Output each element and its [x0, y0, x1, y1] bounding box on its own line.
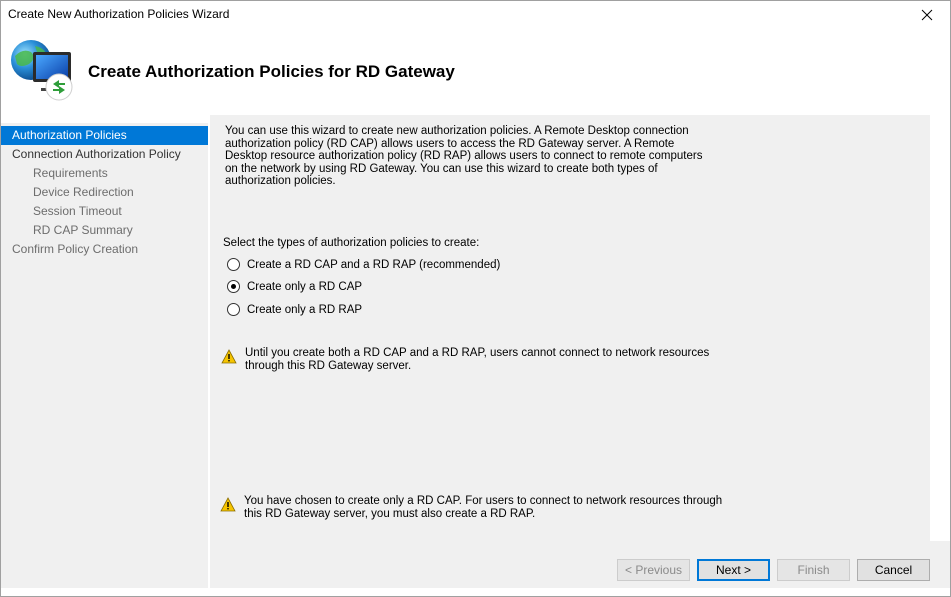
- warning-message-1: Until you create both a RD CAP and a RD …: [221, 347, 709, 372]
- sidebar-item-requirements[interactable]: Requirements: [1, 164, 208, 183]
- warning-line: this RD Gateway server, you must also cr…: [244, 507, 536, 520]
- option-cap-and-rap[interactable]: Create a RD CAP and a RD RAP (recommende…: [227, 258, 500, 271]
- wizard-header: Create Authorization Policies for RD Gat…: [1, 28, 950, 114]
- sidebar-item-device-redirection[interactable]: Device Redirection: [1, 183, 208, 202]
- wizard-footer: < Previous Next > Finish Cancel: [210, 541, 950, 588]
- window-title: Create New Authorization Policies Wizard: [8, 7, 230, 21]
- intro-line: on the network by using RD Gateway. You …: [225, 162, 658, 175]
- wizard-content-panel: You can use this wizard to create new au…: [210, 115, 930, 541]
- sidebar-item-confirm-policy-creation[interactable]: Confirm Policy Creation: [1, 240, 208, 259]
- warning-line: You have chosen to create only a RD CAP.…: [244, 495, 723, 507]
- option-only-rap[interactable]: Create only a RD RAP: [227, 303, 362, 316]
- wizard-steps-sidebar: Authorization Policies Connection Author…: [1, 123, 208, 588]
- radio-button[interactable]: [227, 303, 240, 316]
- next-button[interactable]: Next >: [697, 559, 770, 581]
- close-icon: [921, 9, 933, 20]
- warning-message-2: You have chosen to create only a RD CAP.…: [220, 495, 722, 520]
- option-label: Create only a RD RAP: [247, 303, 363, 316]
- title-bar: Create New Authorization Policies Wizard: [1, 1, 950, 28]
- close-button[interactable]: [904, 1, 950, 28]
- option-only-cap[interactable]: Create only a RD CAP: [227, 280, 362, 293]
- warning-icon: [220, 497, 236, 512]
- sidebar-item-rd-cap-summary[interactable]: RD CAP Summary: [1, 221, 208, 240]
- intro-line: authorization policy (RD CAP) allows use…: [225, 137, 675, 150]
- intro-line: authorization policies.: [225, 175, 336, 188]
- previous-button[interactable]: < Previous: [617, 559, 690, 581]
- warning-icon: [221, 349, 237, 364]
- intro-text: You can use this wizard to create new au…: [225, 125, 705, 188]
- intro-line: You can use this wizard to create new au…: [225, 125, 689, 137]
- page-title: Create Authorization Policies for RD Gat…: [88, 62, 455, 81]
- radio-button[interactable]: [227, 258, 240, 271]
- sidebar-item-authorization-policies[interactable]: Authorization Policies: [1, 126, 208, 145]
- radio-button-checked[interactable]: [227, 280, 240, 293]
- sidebar-item-connection-authorization-policy[interactable]: Connection Authorization Policy: [1, 145, 208, 164]
- policy-type-label: Select the types of authorization polici…: [223, 237, 480, 249]
- option-label: Create a RD CAP and a RD RAP (recommende…: [247, 258, 501, 271]
- rd-gateway-icon: [11, 40, 73, 101]
- finish-button[interactable]: Finish: [777, 559, 850, 581]
- cancel-button[interactable]: Cancel: [857, 559, 930, 581]
- warning-line: through this RD Gateway server.: [245, 359, 412, 372]
- sidebar-item-session-timeout[interactable]: Session Timeout: [1, 202, 208, 221]
- option-label: Create only a RD CAP: [247, 280, 363, 293]
- intro-line: Desktop resource authorization policy (R…: [225, 150, 703, 163]
- wizard-window: Create New Authorization Policies Wizard: [0, 0, 951, 597]
- warning-line: Until you create both a RD CAP and a RD …: [245, 347, 710, 359]
